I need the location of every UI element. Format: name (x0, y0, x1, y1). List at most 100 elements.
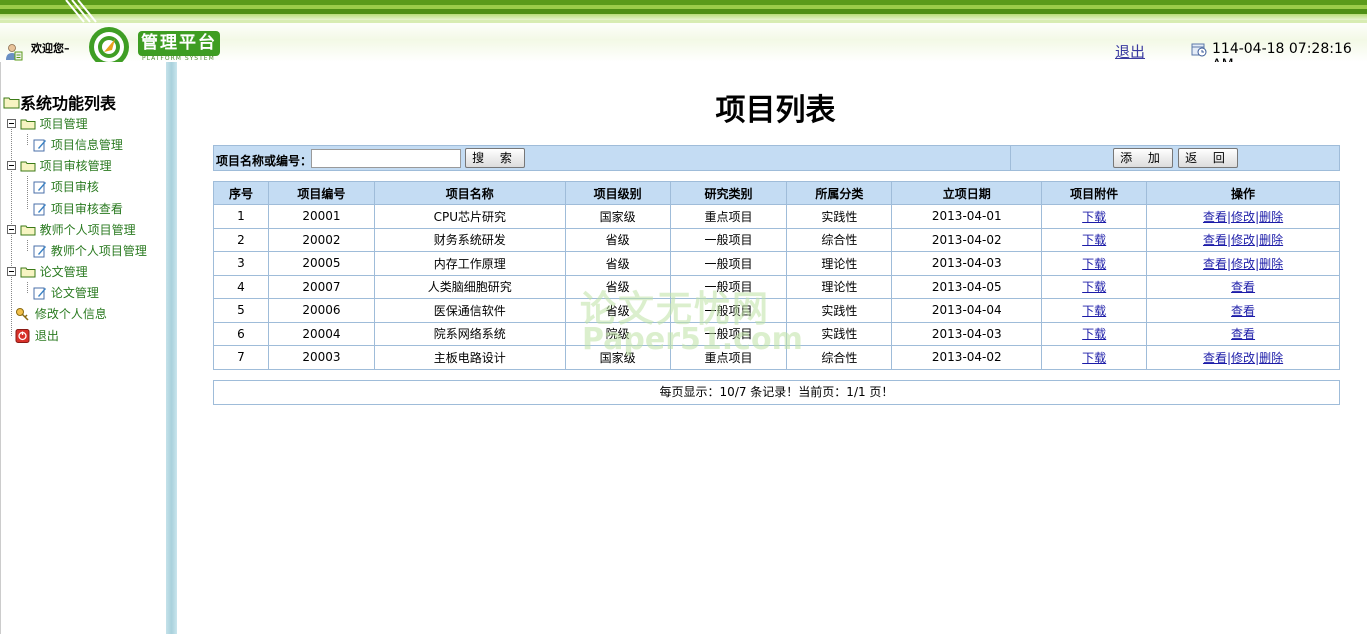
search-button[interactable]: 搜 索 (465, 148, 525, 168)
edit-link[interactable]: 修改 (1231, 210, 1255, 224)
sidebar-item-profile[interactable]: 修改个人信息 (15, 305, 107, 322)
view-link[interactable]: 查看 (1203, 351, 1227, 365)
logo-text: 管理平台 (138, 31, 220, 56)
edit-link[interactable]: 修改 (1231, 351, 1255, 365)
back-button[interactable]: 返 回 (1178, 148, 1238, 168)
table-cell-actions: 查看|修改|删除 (1146, 204, 1340, 229)
delete-link[interactable]: 删除 (1259, 257, 1283, 271)
table-cell-category: 实践性 (786, 321, 893, 346)
sidebar-group-project[interactable]: 项目管理 (7, 115, 88, 132)
table-cell-category: 综合性 (786, 227, 893, 252)
table-cell-actions: 查看 (1146, 298, 1340, 323)
download-link[interactable]: 下载 (1082, 351, 1106, 365)
edit-link[interactable]: 修改 (1231, 233, 1255, 247)
sidebar-item-label: 退出 (34, 329, 59, 343)
sidebar-group-label: 项目管理 (39, 117, 88, 131)
download-link[interactable]: 下载 (1082, 233, 1106, 247)
folder-icon (3, 97, 20, 108)
delete-link[interactable]: 删除 (1259, 210, 1283, 224)
table-cell-type: 一般项目 (669, 298, 788, 323)
table-cell-level: 省级 (564, 274, 671, 299)
table-cell-category: 实践性 (786, 204, 893, 229)
table-cell-level: 省级 (564, 298, 671, 323)
table-cell-attachment: 下载 (1041, 227, 1148, 252)
folder-icon (20, 267, 36, 277)
column-header: 操作 (1146, 181, 1340, 205)
sidebar-group-review[interactable]: 项目审核管理 (7, 157, 112, 174)
edit-icon (33, 203, 46, 215)
view-link[interactable]: 查看 (1203, 233, 1227, 247)
table-cell-category: 实践性 (786, 298, 893, 323)
view-link[interactable]: 查看 (1203, 210, 1227, 224)
table-cell-no: 5 (213, 298, 269, 323)
view-link[interactable]: 查看 (1231, 327, 1255, 341)
table-cell-level: 国家级 (564, 204, 671, 229)
table-row: 6 20004 院系网络系统 院级 一般项目 实践性 2013-04-03 下载 查看 (213, 321, 1340, 346)
search-input[interactable] (311, 149, 461, 168)
download-link[interactable]: 下载 (1082, 280, 1106, 294)
download-link[interactable]: 下载 (1082, 327, 1106, 341)
download-link[interactable]: 下载 (1082, 304, 1106, 318)
column-header: 项目附件 (1041, 181, 1148, 205)
edit-icon (33, 287, 46, 299)
sidebar-item-label: 项目审核查看 (50, 202, 123, 216)
sidebar-group-paper[interactable]: 论文管理 (7, 263, 88, 280)
table-cell-attachment: 下载 (1041, 321, 1148, 346)
sidebar-item-label: 项目信息管理 (50, 138, 123, 152)
sidebar-item-review-view[interactable]: 项目审核查看 (33, 200, 123, 217)
delete-link[interactable]: 删除 (1259, 351, 1283, 365)
table-body: 1 20001 CPU芯片研究 国家级 重点项目 实践性 2013-04-01 下载 查看|修改… (213, 204, 1340, 370)
sidebar-item-project-info[interactable]: 项目信息管理 (33, 136, 123, 153)
sidebar-item-label: 教师个人项目管理 (50, 244, 147, 258)
sidebar-group-teacher[interactable]: 教师个人项目管理 (7, 221, 136, 238)
table-cell-date: 2013-04-02 (891, 227, 1043, 252)
table-cell-code: 20004 (267, 321, 375, 346)
download-link[interactable]: 下载 (1082, 257, 1106, 271)
table-cell-no: 3 (213, 251, 269, 276)
sidebar-item-paper[interactable]: 论文管理 (33, 284, 99, 301)
tree-line (27, 176, 28, 209)
sidebar-item-exit[interactable]: 退出 (15, 327, 59, 344)
header: 欢迎您– 管理平台 PLATFORM SYSTEM 退出 114-04-18 0… (0, 0, 1367, 62)
table-cell-name: 人类脑细胞研究 (373, 274, 566, 299)
table-cell-attachment: 下载 (1041, 345, 1148, 370)
add-button[interactable]: 添 加 (1113, 148, 1173, 168)
edit-link[interactable]: 修改 (1231, 257, 1255, 271)
logo-badge-icon (89, 27, 129, 62)
table-row: 2 20002 财务系统研发 省级 一般项目 综合性 2013-04-02 下载 查看|修改|删… (213, 227, 1340, 252)
table-cell-type: 一般项目 (669, 227, 788, 252)
table-cell-name: 医保通信软件 (373, 298, 566, 323)
tree-line (27, 134, 28, 145)
table-cell-category: 理论性 (786, 274, 893, 299)
welcome-text: 欢迎您– (31, 42, 70, 55)
column-header: 序号 (213, 181, 269, 205)
table-row: 5 20006 医保通信软件 省级 一般项目 实践性 2013-04-04 下载 查看 (213, 298, 1340, 323)
delete-link[interactable]: 删除 (1259, 233, 1283, 247)
download-link[interactable]: 下载 (1082, 210, 1106, 224)
sidebar-item-teacher-project[interactable]: 教师个人项目管理 (33, 242, 147, 259)
view-link[interactable]: 查看 (1203, 257, 1227, 271)
table-cell-level: 省级 (564, 251, 671, 276)
key-icon (16, 307, 29, 321)
sidebar-divider[interactable] (166, 62, 177, 634)
view-link[interactable]: 查看 (1231, 280, 1255, 294)
table-cell-no: 6 (213, 321, 269, 346)
edit-icon (33, 139, 46, 151)
sidebar: 系统功能列表 项目管理 项目信息管理 项目审核管理 项目审核 项目审核查看 教师… (0, 62, 166, 634)
sidebar-item-review[interactable]: 项目审核 (33, 178, 99, 195)
logout-link[interactable]: 退出 (1115, 41, 1145, 62)
sidebar-item-label: 项目审核 (50, 180, 99, 194)
header-stripe (0, 20, 1367, 23)
table-cell-type: 一般项目 (669, 251, 788, 276)
table-cell-actions: 查看 (1146, 274, 1340, 299)
table-cell-type: 一般项目 (669, 274, 788, 299)
table-cell-name: CPU芯片研究 (373, 204, 566, 229)
column-header: 项目级别 (564, 181, 671, 205)
column-header: 项目名称 (373, 181, 566, 205)
table-header-row: 序号 项目编号 项目名称 项目级别 研究类别 所属分类 立项日期 项目附件 操作 (213, 181, 1340, 205)
table-cell-code: 20005 (267, 251, 375, 276)
table-cell-name: 内存工作原理 (373, 251, 566, 276)
view-link[interactable]: 查看 (1231, 304, 1255, 318)
collapse-toggle-icon (7, 225, 16, 234)
logo-subtext: PLATFORM SYSTEM (142, 55, 215, 62)
